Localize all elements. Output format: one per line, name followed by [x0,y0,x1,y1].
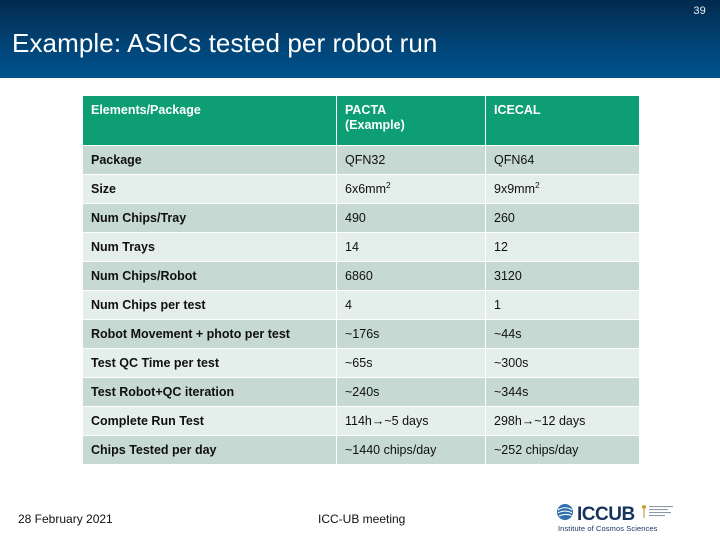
row-label-cell: Package [83,146,336,174]
row-value-cell-icecal: 3120 [486,262,639,290]
value-superscript: 2 [385,179,391,190]
row-value-cell-pacta: ~240s [337,378,485,406]
iccub-logo: ICCUB Institute of Cosmos Sciences [552,502,712,536]
row-value-cell-icecal: 260 [486,204,639,232]
row-value-cell-icecal: ~344s [486,378,639,406]
column-header-elements-package: Elements/Package [83,96,336,145]
slide-number: 39 [693,5,706,17]
page-title: Example: ASICs tested per robot run [12,28,438,58]
row-value-cell-pacta: ~1440 chips/day [337,436,485,464]
row-value-cell-icecal: 12 [486,233,639,261]
row-value-cell-pacta: ~176s [337,320,485,348]
row-value-cell-pacta: 114h→~5 days [337,407,485,435]
table-row: Size 6x6mm2 9x9mm2 [83,175,639,203]
column-header-icecal: ICECAL [486,96,639,145]
column-header-pacta-line2: (Example) [345,118,405,132]
value-text: 9x9mm [494,182,535,196]
row-value-cell-pacta: 4 [337,291,485,319]
row-label-cell: Chips Tested per day [83,436,336,464]
row-label-cell: Num Chips/Tray [83,204,336,232]
row-value-cell-icecal: QFN64 [486,146,639,174]
footer-event-name: ICC-UB meeting [318,512,406,526]
row-label-cell: Num Trays [83,233,336,261]
row-value-cell-pacta: QFN32 [337,146,485,174]
iccub-logo-row: ICCUB [556,503,676,526]
iccub-tagline: Institute of Cosmos Sciences [558,524,658,533]
row-value-cell-pacta: 14 [337,233,485,261]
table-row: Chips Tested per day ~1440 chips/day ~252 … [83,436,639,464]
row-value-cell-icecal: ~44s [486,320,639,348]
asics-comparison-table-container: Elements/Package PACTA (Example) ICECAL … [82,95,640,465]
table-row: Num Chips/Tray 490 260 [83,204,639,232]
table-row: Package QFN32 QFN64 [83,146,639,174]
row-label-cell: Complete Run Test [83,407,336,435]
row-value-cell-icecal: 1 [486,291,639,319]
iccub-wordmark: ICCUB [577,504,635,525]
row-label-cell: Test Robot+QC iteration [83,378,336,406]
table-header-row-group: Elements/Package PACTA (Example) ICECAL [83,96,639,145]
slide-header-band: 39 Example: ASICs tested per robot run [0,0,720,78]
table-row: Num Chips/Robot 6860 3120 [83,262,639,290]
table-row: Test Robot+QC iteration ~240s ~344s [83,378,639,406]
column-header-pacta-line1: PACTA [345,103,387,117]
row-label-cell: Num Chips per test [83,291,336,319]
table-row: Complete Run Test 114h→~5 days 298h→~12 da… [83,407,639,435]
iccub-spiral-icon [556,503,574,526]
table-row: Robot Movement + photo per test ~176s ~44s [83,320,639,348]
asics-comparison-table: Elements/Package PACTA (Example) ICECAL … [82,95,640,465]
table-row: Num Chips per test 4 1 [83,291,639,319]
row-label-cell: Robot Movement + photo per test [83,320,336,348]
row-value-cell-icecal: 298h→~12 days [486,407,639,435]
value-superscript: 2 [534,179,540,190]
table-header-row: Elements/Package PACTA (Example) ICECAL [83,96,639,145]
row-value-cell-pacta: 6x6mm2 [337,175,485,203]
table-body: Package QFN32 QFN64 Size 6x6mm2 9x9mm2 Num Chi… [83,146,639,464]
footer-date: 28 February 2021 [18,512,113,526]
row-label-cell: Num Chips/Robot [83,262,336,290]
row-value-cell-pacta: 490 [337,204,485,232]
row-value-cell-icecal: ~300s [486,349,639,377]
slide-footer: 28 February 2021 ICC-UB meeting ICCUB In… [0,498,720,540]
row-value-cell-icecal: ~252 chips/day [486,436,639,464]
university-barcelona-badge-icon [640,503,676,526]
row-value-cell-pacta: 6860 [337,262,485,290]
row-value-cell-pacta: ~65s [337,349,485,377]
table-row: Num Trays 14 12 [83,233,639,261]
row-label-cell: Size [83,175,336,203]
table-row: Test QC Time per test ~65s ~300s [83,349,639,377]
row-value-cell-icecal: 9x9mm2 [486,175,639,203]
row-label-cell: Test QC Time per test [83,349,336,377]
value-text: 6x6mm [345,182,386,196]
column-header-pacta: PACTA (Example) [337,96,485,145]
